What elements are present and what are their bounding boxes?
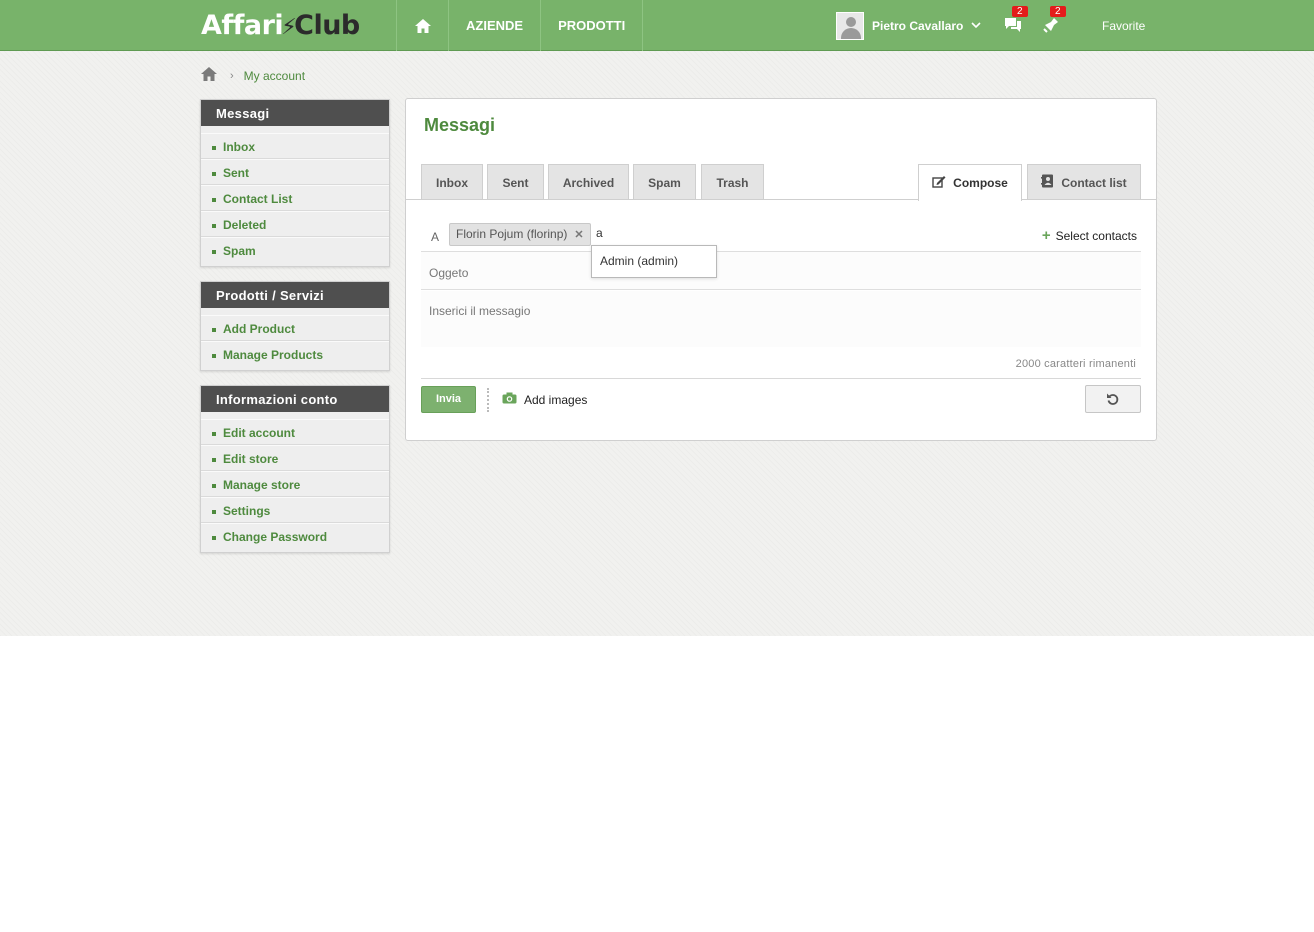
recipient-field[interactable]: A Florin Pojum (florinp) ✕ + Select contac… [421,217,1141,252]
add-images-button[interactable]: Add images [502,392,587,407]
address-book-icon [1041,174,1054,191]
nav-aziende[interactable]: AZIENDE [449,0,542,51]
select-contacts-label: Select contacts [1055,229,1137,243]
tab-contact-list[interactable]: Contact list [1027,164,1141,200]
tab-sent[interactable]: Sent [487,164,544,200]
top-navbar: Affari⚡Club AZIENDE PRODOTTI Pietro Cava… [0,0,1314,51]
tab-compose-label: Compose [953,176,1008,190]
add-images-label: Add images [524,392,588,407]
user-menu[interactable]: Pietro Cavallaro [836,12,981,40]
subject-placeholder: Oggeto [429,266,469,280]
chat-icon [1005,18,1021,32]
recipient-input[interactable] [596,226,656,240]
reset-button[interactable] [1085,385,1141,413]
chevron-down-icon [971,20,981,32]
sidebar-item-inbox[interactable]: Inbox [201,133,389,159]
sidebar-item-manage-products[interactable]: Manage Products [201,341,389,367]
chars-remaining: 2000 caratteri rimanenti [1015,358,1136,370]
sidebar-item-manage-store[interactable]: Manage store [201,471,389,497]
send-button[interactable]: Invia [421,386,476,413]
tab-contact-list-label: Contact list [1061,175,1127,190]
edit-icon [932,175,946,191]
toolbar-separator [487,388,491,412]
autocomplete-dropdown: Admin (admin) [591,245,717,278]
main-nav: AZIENDE PRODOTTI [396,0,644,51]
select-contacts-button[interactable]: + Select contacts [1042,227,1137,244]
user-name: Pietro Cavallaro [872,19,964,33]
tabs-divider [406,199,1156,200]
sidebar-products-title: Prodotti / Servizi [201,282,389,308]
home-icon[interactable] [201,67,217,84]
camera-icon [502,392,517,407]
autocomplete-option[interactable]: Admin (admin) [600,254,678,268]
tab-inbox[interactable]: Inbox [421,164,483,200]
sidebar-account-panel: Informazioni conto Edit account Edit sto… [200,385,390,553]
tab-trash[interactable]: Trash [701,164,764,200]
messages-badge: 2 [1012,6,1028,17]
favorite-link[interactable]: Favorite [1102,19,1145,33]
sidebar-account-title: Informazioni conto [201,386,389,412]
sidebar-item-contact-list[interactable]: Contact List [201,185,389,211]
page-title: Messagi [424,115,496,135]
plus-icon: + [1041,227,1051,244]
recipient-chip-label: Florin Pojum (florinp) [456,227,568,241]
recipient-chip: Florin Pojum (florinp) ✕ [449,223,591,246]
sidebar-item-spam[interactable]: Spam [201,237,389,263]
tab-spam[interactable]: Spam [633,164,696,200]
sidebar-item-change-password[interactable]: Change Password [201,523,389,549]
tab-compose[interactable]: Compose [918,164,1022,201]
recipient-label: A [431,230,440,244]
home-icon [414,18,431,33]
remove-recipient-icon[interactable]: ✕ [574,229,583,241]
nav-prodotti[interactable]: PRODOTTI [541,0,644,51]
bell-icon [1043,18,1058,33]
sidebar-products-panel: Prodotti / Servizi Add Product Manage Pr… [200,281,390,371]
form-divider [421,378,1141,379]
sidebar-item-edit-account[interactable]: Edit account [201,419,389,445]
sidebar-item-settings[interactable]: Settings [201,497,389,523]
tab-archived[interactable]: Archived [548,164,629,200]
home-nav-button[interactable] [397,0,449,51]
sidebar-messages-title: Messagi [201,100,389,126]
sidebar-item-edit-store[interactable]: Edit store [201,445,389,471]
messages-notification[interactable]: 2 [1004,6,1028,35]
chevron-right-icon: › [230,69,234,82]
logo[interactable]: Affari⚡Club [201,10,360,42]
sidebar-item-add-product[interactable]: Add Product [201,315,389,341]
sidebar-messages-panel: Messagi Inbox Sent Contact List Deleted … [200,99,390,267]
notifications-bell[interactable]: 2 [1042,6,1066,35]
undo-icon [1107,393,1119,405]
breadcrumb: › My account [201,67,305,84]
message-placeholder: Inserici il messagio [429,304,531,318]
breadcrumb-current[interactable]: My account [244,69,305,83]
sidebar-item-sent[interactable]: Sent [201,159,389,185]
avatar [836,12,864,40]
sidebar-item-deleted[interactable]: Deleted [201,211,389,237]
subject-field[interactable]: Oggeto [421,252,1141,290]
message-textarea[interactable]: Inserici il messagio [421,291,1141,347]
messages-card: Messagi Inbox Sent Archived Spam Trash C… [405,98,1157,441]
notifications-badge: 2 [1050,6,1066,17]
